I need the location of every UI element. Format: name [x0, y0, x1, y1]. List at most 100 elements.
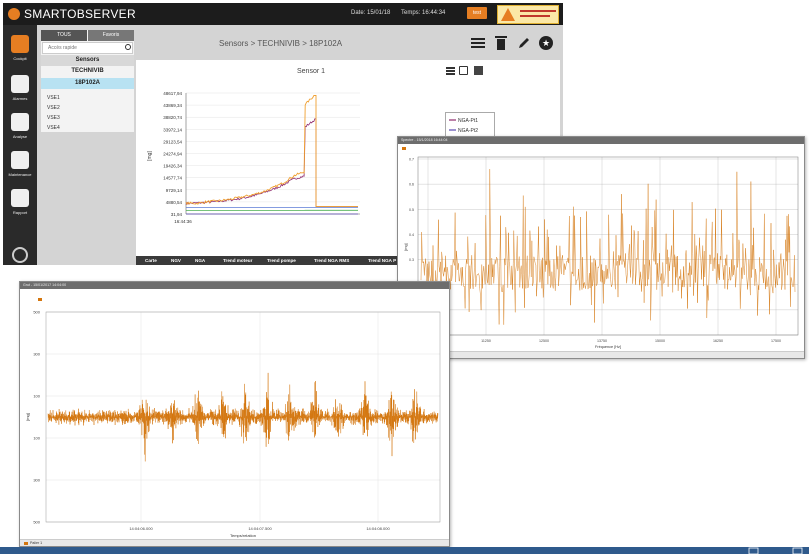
window-icon: [792, 547, 803, 554]
y-tick-label: 300: [33, 478, 40, 483]
legend-bar: Palier 1: [20, 539, 449, 546]
x-tick-label: 11250: [481, 339, 491, 343]
y-tick-label: 300: [33, 352, 40, 357]
speedometer-icon: [11, 35, 29, 53]
y-tick-label: 0.5: [409, 208, 414, 212]
y-tick-label: 4880,54: [166, 200, 183, 205]
x-tick-label: 17500: [771, 339, 781, 343]
y-tick-label: 14577,74: [163, 176, 182, 181]
time-signal-chart: 500 300 100 100 300 500 14:04:06.000 14:04:07.5…: [25, 310, 441, 538]
y-tick-label: 31,94: [171, 212, 183, 217]
trash-icon[interactable]: [494, 36, 508, 50]
taskbar-strip: [0, 547, 809, 554]
time-label: Temps: 16:44:34: [401, 10, 446, 16]
x-tick-label: 16250: [713, 339, 723, 343]
test-button[interactable]: test: [467, 7, 487, 19]
spectrum-chart: 0.70.60.50.40.30.20.10100001125012500137…: [404, 156, 799, 349]
search-icon[interactable]: [125, 44, 131, 50]
legend-item: Palier 1: [30, 541, 43, 545]
y-tick-label: 38820,74: [163, 115, 182, 120]
y-axis-label: [mg]: [404, 243, 408, 250]
y-tick-label: 500: [33, 520, 40, 525]
tab-trend-nga-rms[interactable]: Trend NGA RMS: [314, 256, 349, 265]
date-label: Date: 15/01/18: [351, 10, 391, 16]
series-color-chip: [24, 542, 28, 545]
y-tick-label: 100: [33, 436, 40, 441]
y-axis-label: [mg]: [25, 413, 30, 421]
x-tick-label: 13750: [597, 339, 607, 343]
y-tick-label: 48617,94: [163, 91, 182, 96]
nav-analyse[interactable]: Analyse: [3, 109, 37, 145]
nav-label: Analyse: [12, 134, 28, 139]
wrench-icon: [11, 151, 29, 169]
partner-logo: [497, 5, 559, 24]
nav-cockpit[interactable]: Cockpit: [3, 31, 37, 67]
analysis-chart-icon: [11, 113, 29, 131]
nav-label: Alarmes: [12, 96, 28, 101]
nav-label: Rapport: [12, 210, 28, 215]
report-icon: [11, 189, 29, 207]
tab-ngv[interactable]: NGV: [171, 256, 181, 265]
series-line: [185, 118, 358, 207]
y-tick-label: 100: [33, 394, 40, 399]
time-signal-window: Grut - 15/01/2017 14:04:00 500 300 100 100 3…: [19, 281, 450, 547]
x-axis-label: Temps/relation: [230, 533, 256, 538]
y-tick-label: 33972,14: [163, 127, 182, 132]
selected-sensor[interactable]: 18P102A: [41, 78, 134, 89]
edit-pen-icon[interactable]: [517, 36, 531, 50]
sensor-item[interactable]: VSE3: [47, 115, 60, 121]
legend-item: NGA-Pt1: [458, 118, 478, 124]
nav-maintenance[interactable]: Maintenance: [3, 147, 37, 183]
y-tick-label: 500: [33, 310, 40, 315]
x-tick-label: 15000: [655, 339, 665, 343]
top-bar: SMARTOBSERVER Date: 15/01/18 Temps: 16:4…: [3, 3, 563, 25]
sensor-item[interactable]: VSE2: [47, 105, 60, 111]
tab-nga[interactable]: NGA: [195, 256, 205, 265]
settings-gear-icon[interactable]: [12, 247, 28, 263]
alarm-gauge-icon: [11, 75, 29, 93]
y-tick-label: 43869,34: [163, 103, 182, 108]
y-axis-label: [mg]: [147, 151, 153, 161]
nav-alarmes[interactable]: Alarmes: [3, 71, 37, 107]
sensors-heading: Sensors: [41, 55, 134, 66]
y-tick-label: 19426,34: [163, 164, 182, 169]
spectrum-window: Spectre - 15/1/2018 16:44:04 0.7 0.6 0.5 0.…: [397, 136, 805, 359]
nav-label: Maintenance: [8, 172, 32, 177]
star-icon[interactable]: ★: [539, 36, 553, 50]
y-tick-label: 24274,94: [163, 152, 182, 157]
x-tick-label: 16:44:36: [174, 219, 192, 224]
sensor-group[interactable]: TECHNIVIB: [41, 66, 134, 77]
signal-line: [47, 372, 439, 462]
spectrum-line: [420, 169, 796, 325]
y-tick-label: 0.6: [409, 183, 414, 187]
window-icon: [748, 547, 759, 554]
tab-all[interactable]: TOUS: [41, 30, 87, 41]
brand-logo-icon: [8, 8, 20, 20]
tab-trend-moteur[interactable]: Trend moteur: [223, 256, 252, 265]
sensor-item[interactable]: VSE4: [47, 125, 60, 131]
y-tick-label: 0.3: [409, 258, 414, 262]
tab-trend-pompe[interactable]: Trend pompe: [267, 256, 296, 265]
taskbar-icons: [748, 547, 803, 554]
nav-rapport[interactable]: Rapport: [3, 185, 37, 221]
tab-favorites[interactable]: Favoris: [88, 30, 134, 41]
tab-trend-nga-p[interactable]: Trend NGA P: [368, 256, 396, 265]
screenshot-collage: SMARTOBSERVER Date: 15/01/18 Temps: 16:4…: [0, 0, 809, 554]
breadcrumb: Sensors > TECHNIVIB > 18P102A: [219, 39, 343, 48]
legend-bar: Palier 1: [398, 351, 804, 358]
y-tick-label: 29123,54: [163, 139, 182, 144]
x-tick-label: 14:04:06.000: [129, 526, 153, 531]
x-axis-label: Fréquence [Hz]: [595, 345, 621, 349]
top-actions: ★: [471, 36, 556, 52]
x-tick-label: 12500: [539, 339, 549, 343]
left-navigation: Cockpit Alarmes Analyse Maintenance Rapp…: [3, 25, 37, 265]
tab-carte[interactable]: Carte: [145, 256, 157, 265]
nav-label: Cockpit: [13, 56, 27, 61]
x-tick-label: 14:04:08.000: [366, 526, 390, 531]
sensors-panel: TOUS Favoris Sensors TECHNIVIB 18P102A V…: [41, 30, 134, 132]
legend-item: NGA-Pt2: [458, 128, 478, 134]
sensor-item[interactable]: VSE1: [47, 95, 60, 101]
list-icon[interactable]: [471, 36, 485, 50]
quick-search-input[interactable]: [42, 42, 133, 54]
y-tick-label: 0.7: [409, 158, 414, 162]
